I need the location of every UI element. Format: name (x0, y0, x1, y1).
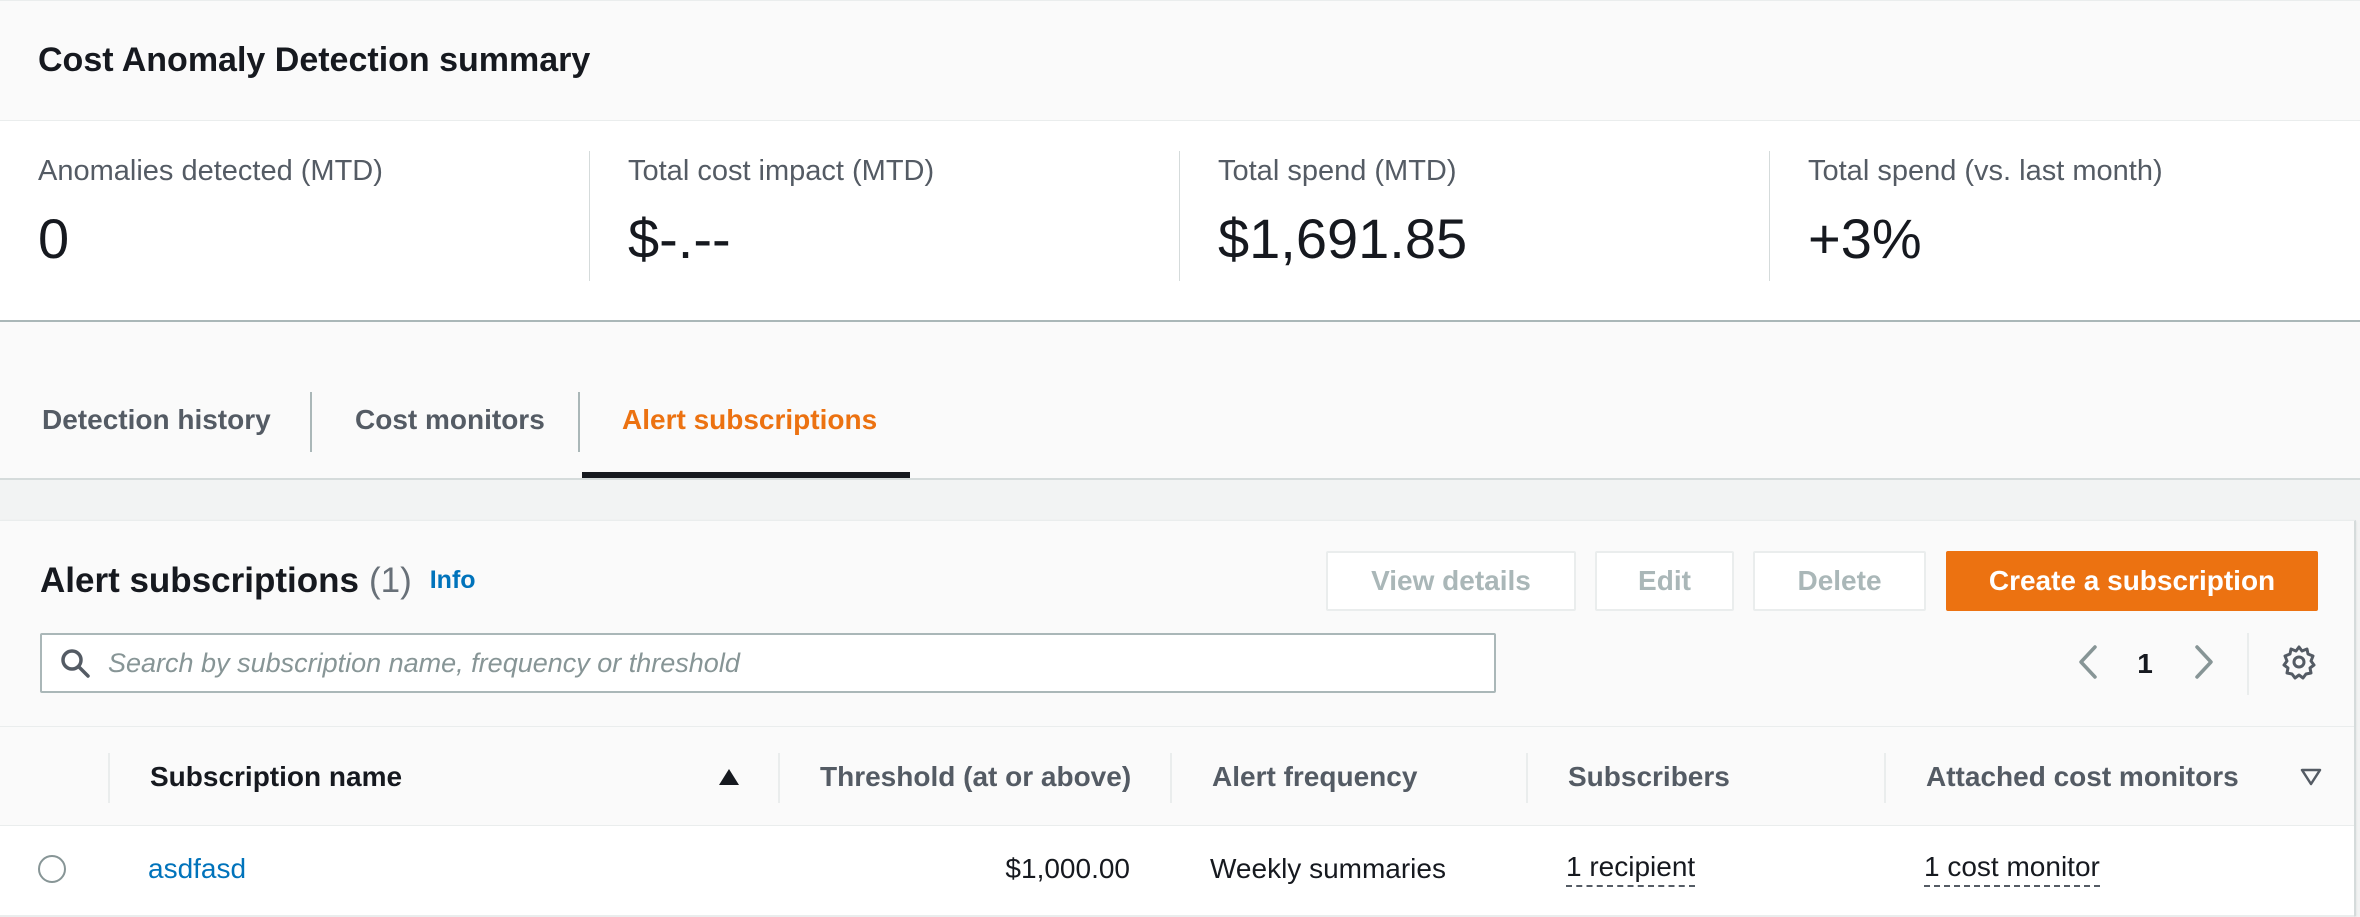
delete-button[interactable]: Delete (1753, 551, 1926, 611)
tab-cost-monitors[interactable]: Cost monitors (355, 404, 545, 436)
info-link[interactable]: Info (430, 566, 476, 594)
metric-anomalies-detected: Anomalies detected (MTD) 0 (0, 151, 590, 281)
metric-total-spend-vs-last-month: Total spend (vs. last month) +3% (1770, 151, 2360, 281)
column-header-threshold[interactable]: Threshold (at or above) (820, 727, 1131, 827)
chevron-left-icon (2077, 644, 2099, 685)
panel-title-text: Alert subscriptions (40, 561, 359, 600)
current-page-number: 1 (2137, 648, 2153, 679)
tab-alert-subscriptions[interactable]: Alert subscriptions (622, 404, 877, 436)
tab-detection-history[interactable]: Detection history (42, 404, 271, 436)
tab-divider (578, 392, 580, 452)
subscribers-cell: 1 recipient (1566, 826, 1696, 911)
tab-divider (310, 392, 312, 452)
radio-button[interactable] (38, 854, 66, 883)
column-header-alert-frequency[interactable]: Alert frequency (1212, 727, 1417, 827)
summary-title: Cost Anomaly Detection summary (38, 41, 591, 79)
subscription-name-cell: asdfasd (148, 826, 246, 911)
summary-header: Cost Anomaly Detection summary (0, 1, 2360, 121)
column-header-subscribers[interactable]: Subscribers (1568, 727, 1730, 827)
panel-header: Alert subscriptions (1) Info View details … (0, 521, 2354, 726)
tab-bar: Detection history Cost monitors Alert su… (0, 322, 2360, 480)
column-divider (108, 753, 110, 803)
column-divider (1884, 753, 1886, 803)
subscribers-popover-trigger[interactable]: 1 recipient (1566, 851, 1696, 887)
metric-label: Total cost impact (MTD) (628, 155, 935, 187)
column-divider (1170, 753, 1172, 803)
chevron-right-icon (2193, 644, 2215, 685)
panel-item-count: (1) (368, 561, 412, 600)
alert-frequency-cell: Weekly summaries (1210, 852, 1446, 884)
edit-button[interactable]: Edit (1595, 551, 1734, 611)
row-select-radio[interactable] (38, 826, 66, 911)
metric-value: 0 (38, 207, 70, 270)
pager-divider (2247, 633, 2249, 695)
alert-subscriptions-panel: Alert subscriptions (1) Info View details … (0, 520, 2356, 917)
metric-value: +3% (1808, 207, 1922, 270)
metric-label: Total spend (vs. last month) (1808, 155, 2163, 187)
panel-title: Alert subscriptions (1) Info (40, 561, 476, 601)
sort-ascending-icon[interactable] (714, 727, 744, 827)
summary-panel: Cost Anomaly Detection summary Anomalies… (0, 0, 2360, 322)
metric-label: Total spend (MTD) (1218, 155, 1457, 187)
metric-total-spend: Total spend (MTD) $1,691.85 (1180, 151, 1770, 281)
cost-monitors-popover-trigger[interactable]: 1 cost monitor (1924, 851, 2100, 887)
table-header: Subscription name Threshold (at or above… (0, 726, 2354, 826)
search-icon (42, 647, 108, 679)
column-header-attached-cost-monitors[interactable]: Attached cost monitors (1926, 727, 2239, 827)
page-number-1[interactable]: 1 (2130, 639, 2160, 689)
next-page-button[interactable] (2186, 639, 2222, 689)
column-header-subscription-name[interactable]: Subscription name (150, 727, 402, 827)
metric-value: $1,691.85 (1218, 207, 1468, 270)
metrics-row: Anomalies detected (MTD) 0 Total cost im… (0, 121, 2360, 321)
preferences-button[interactable] (2276, 639, 2322, 689)
metric-total-cost-impact: Total cost impact (MTD) $-.-- (590, 151, 1180, 281)
search-field[interactable] (40, 633, 1496, 693)
active-tab-indicator (582, 472, 910, 478)
create-subscription-button[interactable]: Create a subscription (1946, 551, 2318, 611)
table-row: asdfasd $1,000.00 Weekly summaries 1 rec… (0, 826, 2354, 917)
view-details-button[interactable]: View details (1326, 551, 1576, 611)
attached-cost-monitors-cell: 1 cost monitor (1924, 826, 2100, 911)
gear-icon (2281, 644, 2317, 685)
column-divider (778, 753, 780, 803)
search-input[interactable] (108, 647, 1478, 679)
previous-page-button[interactable] (2070, 639, 2106, 689)
metric-value: $-.-- (628, 207, 731, 270)
sort-descending-icon[interactable] (2296, 727, 2326, 827)
metric-label: Anomalies detected (MTD) (38, 155, 383, 187)
column-divider (1526, 753, 1528, 803)
threshold-cell: $1,000.00 (1005, 852, 1130, 884)
subscription-name-link[interactable]: asdfasd (148, 853, 246, 885)
